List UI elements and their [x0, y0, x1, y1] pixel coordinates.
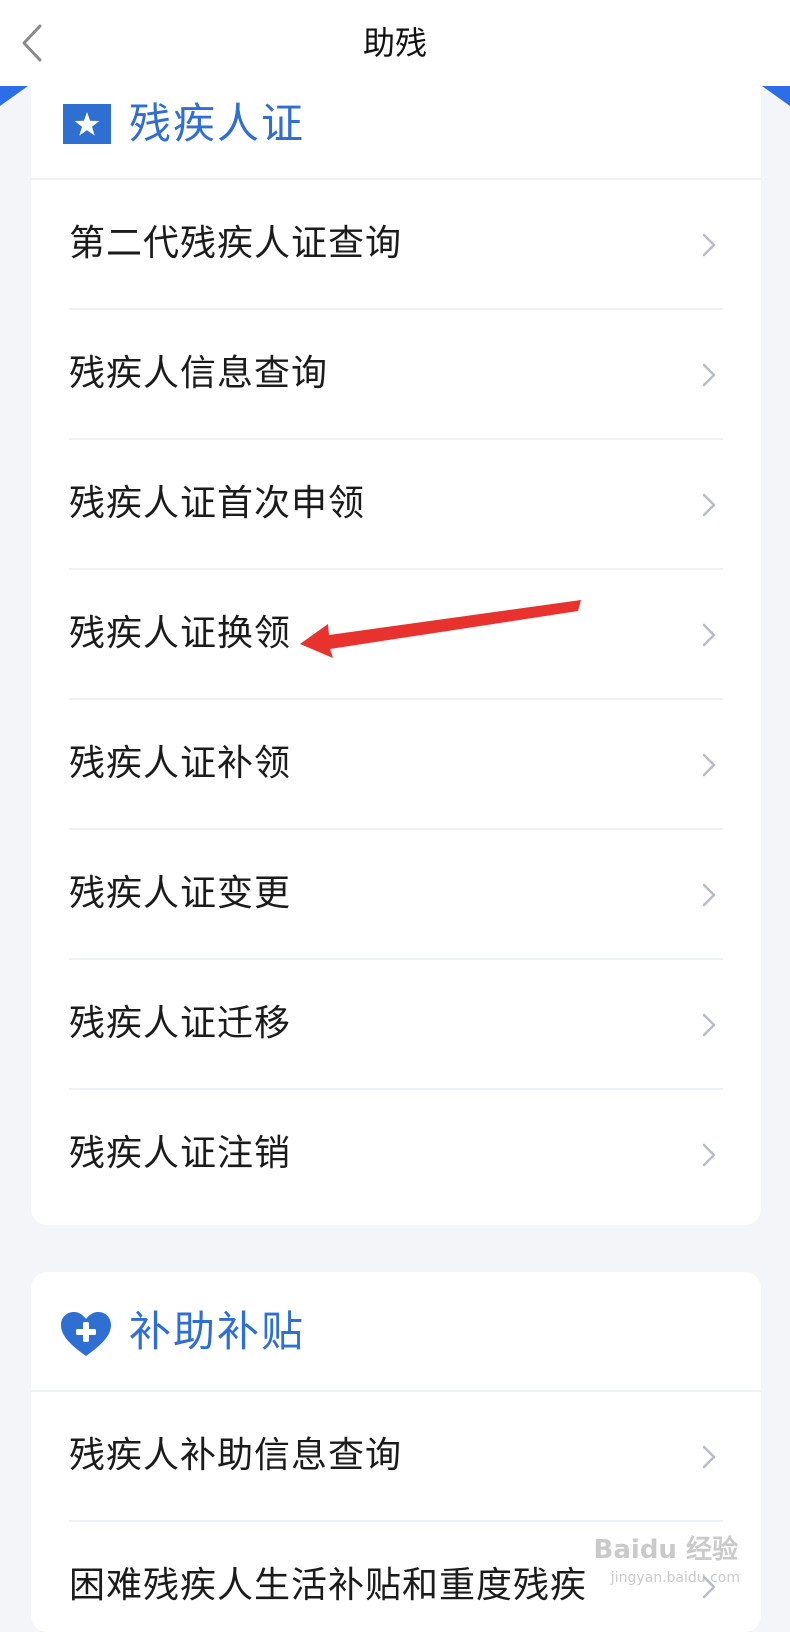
section-header: 补助补贴: [31, 1272, 761, 1392]
list-item[interactable]: 残疾人证迁移: [69, 960, 723, 1090]
list-item[interactable]: 残疾人证变更: [69, 830, 723, 960]
heart-plus-icon: [61, 1312, 111, 1356]
list-item[interactable]: 残疾人证换领: [69, 570, 723, 700]
list-item-label: 残疾人证注销: [69, 1133, 292, 1174]
list-item[interactable]: 第二代残疾人证查询: [69, 180, 723, 310]
decorative-banner-edge-right: [762, 86, 790, 106]
chevron-right-icon: [702, 233, 716, 257]
list-item-label: 第二代残疾人证查询: [69, 223, 403, 264]
chevron-right-icon: [702, 623, 716, 647]
section-title: 残疾人证: [129, 99, 306, 148]
chevron-right-icon: [702, 1445, 716, 1469]
list-item[interactable]: 残疾人证首次申领: [69, 440, 723, 570]
list-item-label: 残疾人信息查询: [69, 353, 329, 394]
star-badge-icon: [63, 104, 111, 144]
chevron-right-icon: [702, 363, 716, 387]
chevron-right-icon: [702, 493, 716, 517]
chevron-right-icon: [702, 1143, 716, 1167]
list-item-label: 残疾人证迁移: [69, 1003, 292, 1044]
watermark-logo: Baidu 经验: [593, 1535, 738, 1565]
list-item[interactable]: 残疾人信息查询: [69, 310, 723, 440]
watermark-url: jingyan.baidu.com: [610, 1570, 740, 1586]
chevron-right-icon: [702, 883, 716, 907]
list-item-label: 残疾人补助信息查询: [69, 1435, 403, 1476]
list-item-label: 残疾人证变更: [69, 873, 292, 914]
service-list: 第二代残疾人证查询 残疾人信息查询 残疾人证首次申领 残疾人证换领 残疾人证补领…: [31, 180, 761, 1220]
list-item[interactable]: 残疾人证补领: [69, 700, 723, 830]
list-item[interactable]: 残疾人补助信息查询: [69, 1392, 723, 1522]
page-title: 助残: [362, 24, 427, 62]
list-item-label: 残疾人证换领: [69, 613, 292, 654]
navigation-bar: 助残: [0, 0, 790, 86]
chevron-right-icon: [702, 753, 716, 777]
section-card-disability-certificate: 残疾人证 第二代残疾人证查询 残疾人信息查询 残疾人证首次申领 残疾人证换领 残…: [31, 60, 761, 1225]
list-item-label: 困难残疾人生活补贴和重度残疾: [69, 1565, 588, 1606]
service-list: 残疾人补助信息查询 困难残疾人生活补贴和重度残疾: [31, 1392, 761, 1632]
chevron-right-icon: [702, 1013, 716, 1037]
list-item-label: 残疾人证补领: [69, 743, 292, 784]
list-item[interactable]: 残疾人证注销: [69, 1090, 723, 1220]
section-title: 补助补贴: [129, 1307, 306, 1356]
decorative-banner-edge-left: [0, 86, 28, 106]
list-item-label: 残疾人证首次申领: [69, 483, 366, 524]
